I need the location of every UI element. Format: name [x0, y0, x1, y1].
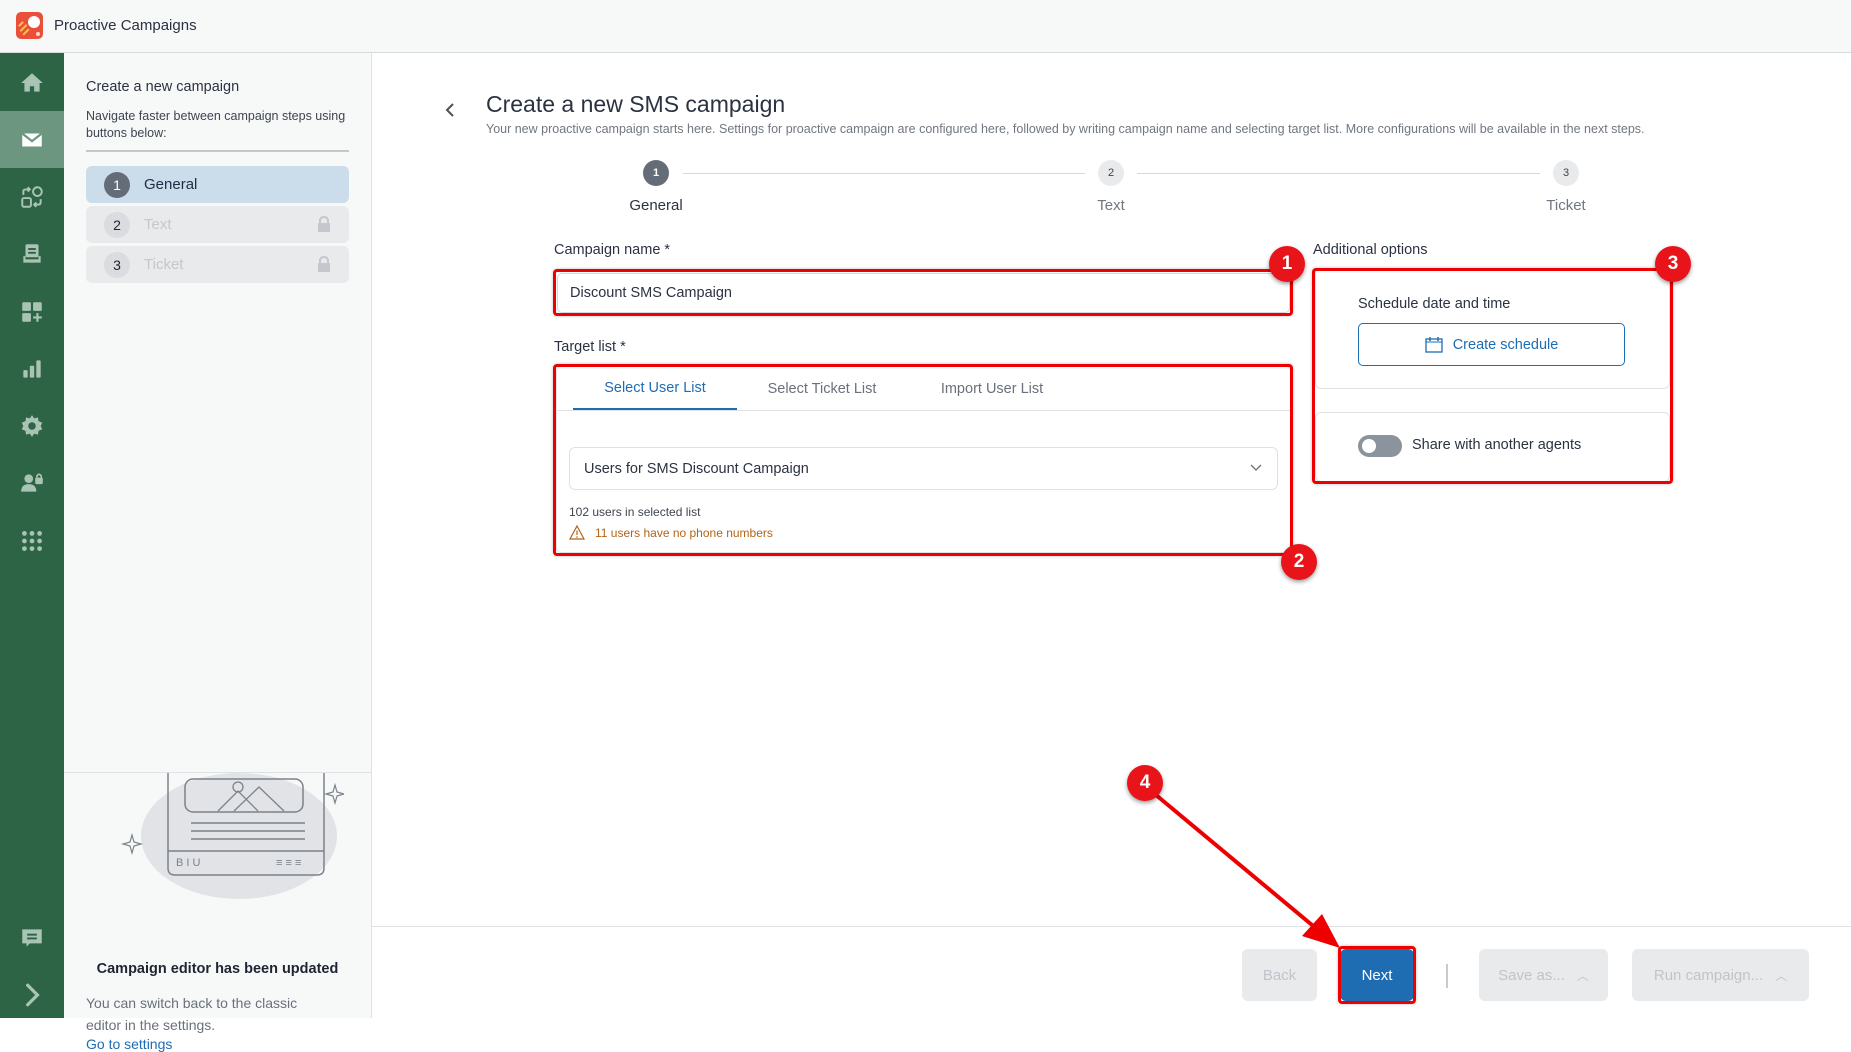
share-with-agents-toggle[interactable] — [1358, 435, 1402, 457]
panel-description: Navigate faster between campaign steps u… — [86, 109, 346, 140]
workflow-icon — [21, 185, 43, 208]
tab-select-user-list[interactable]: Select User List — [573, 367, 737, 411]
chevron-up-icon: ︿ — [1775, 968, 1788, 983]
calendar-icon — [1425, 337, 1443, 353]
share-card: Share with another agents — [1315, 412, 1670, 482]
campaign-steps-panel: Create a new campaign Navigate faster be… — [64, 53, 372, 1052]
chevron-up-icon: ︿ — [1576, 968, 1589, 983]
step-label: Text — [144, 216, 172, 233]
step-number: 3 — [104, 251, 130, 278]
rail-item-expand[interactable] — [0, 966, 64, 1023]
stepper-circle-ticket: 3 — [1553, 160, 1579, 186]
rail-item-flows[interactable] — [0, 168, 64, 225]
missing-phone-warning: 11 users have no phone numbers — [569, 525, 773, 540]
panel-title: Create a new campaign — [86, 79, 240, 95]
step-number: 1 — [104, 171, 130, 198]
step-number: 2 — [104, 211, 130, 238]
editor-illustration: B I U ≡ ≡ ≡ — [120, 773, 344, 899]
rail-item-apps[interactable] — [0, 512, 64, 569]
update-notice-description: You can switch back to the classic edito… — [86, 995, 298, 1033]
create-schedule-button[interactable]: Create schedule — [1358, 323, 1625, 366]
go-to-settings-link[interactable]: Go to settings — [86, 1036, 172, 1052]
rail-item-permissions[interactable] — [0, 454, 64, 511]
schedule-card: Schedule date and time Create schedule — [1315, 271, 1670, 389]
rail-item-settings[interactable] — [0, 397, 64, 454]
save-as-button[interactable]: Save as... ︿ — [1479, 949, 1608, 1001]
user-list-select[interactable]: Users for SMS Discount Campaign — [569, 447, 1278, 490]
share-with-agents-label: Share with another agents — [1412, 437, 1582, 453]
create-schedule-label: Create schedule — [1452, 336, 1559, 353]
lock-icon — [318, 256, 330, 272]
home-icon — [21, 72, 43, 92]
bar-chart-icon — [23, 359, 41, 378]
step-nav-text[interactable]: 2 Text — [86, 206, 349, 243]
rail-item-reports[interactable] — [0, 340, 64, 397]
nav-rail — [0, 53, 64, 1018]
lock-icon — [318, 216, 330, 232]
back-chevron-icon[interactable] — [443, 100, 457, 120]
step-label: General — [144, 176, 198, 193]
user-lock-icon — [21, 473, 43, 492]
warning-icon — [569, 525, 585, 540]
footer-separator — [1446, 964, 1448, 988]
add-widget-icon — [22, 301, 42, 322]
page-title: Create a new SMS campaign — [486, 91, 786, 117]
annotation-marker-4: 4 — [1127, 765, 1163, 801]
footer-divider — [372, 926, 1851, 927]
campaign-name-input[interactable] — [557, 273, 1290, 313]
rail-item-widgets[interactable] — [0, 283, 64, 340]
app-logo-icon — [16, 12, 43, 39]
mail-icon — [21, 132, 43, 146]
knowledge-base-icon — [23, 243, 41, 263]
additional-options-label: Additional options — [1313, 242, 1428, 258]
stepper-line — [1137, 173, 1540, 174]
user-list-selected-value: Users for SMS Discount Campaign — [584, 460, 809, 477]
chevron-down-icon — [1250, 464, 1262, 471]
schedule-label: Schedule date and time — [1358, 296, 1511, 312]
chevron-right-icon — [26, 983, 40, 1006]
stepper-circle-text: 2 — [1098, 160, 1124, 186]
svg-text:B I U: B I U — [176, 857, 201, 869]
panel-divider — [86, 150, 349, 152]
gear-icon — [21, 414, 43, 437]
apps-grid-icon — [22, 530, 42, 551]
step-nav-general[interactable]: 1 General — [86, 166, 349, 203]
stepper-circle-general: 1 — [643, 160, 669, 186]
back-button[interactable]: Back — [1242, 949, 1317, 1001]
stepper-label-ticket: Ticket — [1546, 197, 1586, 214]
app-title: Proactive Campaigns — [54, 17, 197, 34]
step-nav-ticket[interactable]: 3 Ticket — [86, 246, 349, 283]
rail-item-knowledge-base[interactable] — [0, 225, 64, 282]
list-user-count: 102 users in selected list — [569, 505, 701, 519]
chat-icon — [22, 928, 42, 947]
rail-item-campaigns[interactable] — [0, 111, 64, 168]
update-notice-title: Campaign editor has been updated — [96, 961, 339, 977]
step-label: Ticket — [144, 256, 184, 273]
rail-item-home[interactable] — [0, 54, 64, 111]
svg-text:≡ ≡ ≡: ≡ ≡ ≡ — [276, 857, 301, 869]
stepper-label-text: Text — [1097, 197, 1125, 214]
save-as-label: Save as... — [1498, 966, 1565, 984]
run-campaign-button[interactable]: Run campaign... ︿ — [1632, 949, 1809, 1001]
top-bar: Proactive Campaigns — [0, 0, 1851, 53]
stepper-line — [683, 173, 1085, 174]
page-subtitle: Your new proactive campaign starts here.… — [486, 122, 1645, 136]
run-campaign-label: Run campaign... — [1653, 966, 1764, 984]
tab-select-ticket-list[interactable]: Select Ticket List — [737, 367, 907, 411]
target-list-label: Target list * — [554, 339, 626, 355]
next-button[interactable]: Next — [1340, 949, 1414, 1001]
rail-item-feedback[interactable] — [0, 909, 64, 966]
tabs-divider — [557, 410, 1290, 411]
warning-text: 11 users have no phone numbers — [595, 525, 773, 540]
target-list-card: Select User List Select Ticket List Impo… — [556, 366, 1291, 553]
tab-import-user-list[interactable]: Import User List — [907, 367, 1077, 411]
campaign-name-label: Campaign name * — [554, 242, 671, 258]
stepper-label-general: General — [629, 197, 683, 214]
